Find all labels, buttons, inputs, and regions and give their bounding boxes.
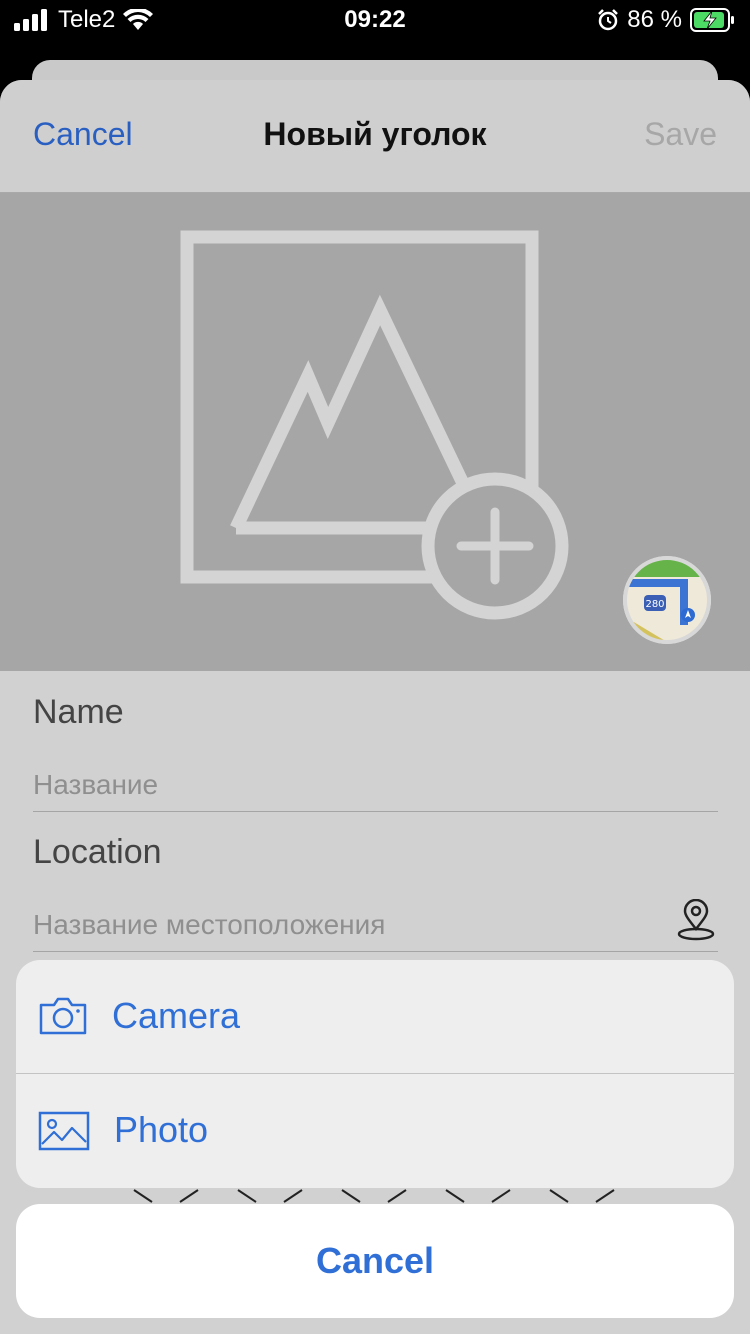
add-photo-placeholder-icon[interactable] <box>170 228 580 628</box>
battery-percent: 86 % <box>627 6 682 33</box>
save-button[interactable]: Save <box>644 116 717 153</box>
map-badge-number: 280 <box>645 599 664 610</box>
alarm-icon <box>598 9 619 31</box>
maps-app-icon[interactable]: 280 <box>622 555 712 645</box>
location-input[interactable]: Название местоположения <box>33 909 385 941</box>
screen: Tele2 09:22 86 % Cancel Новый уголок Sav… <box>0 0 750 1334</box>
name-label: Name <box>33 693 124 731</box>
status-right: 86 % <box>597 6 736 34</box>
photo-action-label: Photo <box>114 1109 209 1150</box>
page-title: Новый уголок <box>263 116 487 152</box>
battery-charging-icon <box>690 8 734 32</box>
photo-source-action-sheet: Camera Photo <box>16 960 734 1188</box>
camera-icon <box>39 997 87 1035</box>
map-pin-icon[interactable] <box>676 899 716 941</box>
photo-action[interactable]: Photo <box>16 1073 734 1187</box>
location-label: Location <box>33 833 162 871</box>
navigation-bar: Cancel Новый уголок Save <box>0 80 750 193</box>
status-bar: Tele2 09:22 86 % <box>0 0 750 40</box>
background-zigzag-pattern <box>133 1189 615 1203</box>
name-input[interactable]: Название <box>33 769 158 801</box>
location-divider <box>33 951 718 952</box>
photo-icon <box>38 1111 90 1151</box>
action-sheet-cancel-button[interactable]: Cancel <box>16 1204 734 1318</box>
camera-action-label: Camera <box>112 995 241 1036</box>
camera-action[interactable]: Camera <box>16 960 734 1073</box>
name-divider <box>33 811 718 812</box>
